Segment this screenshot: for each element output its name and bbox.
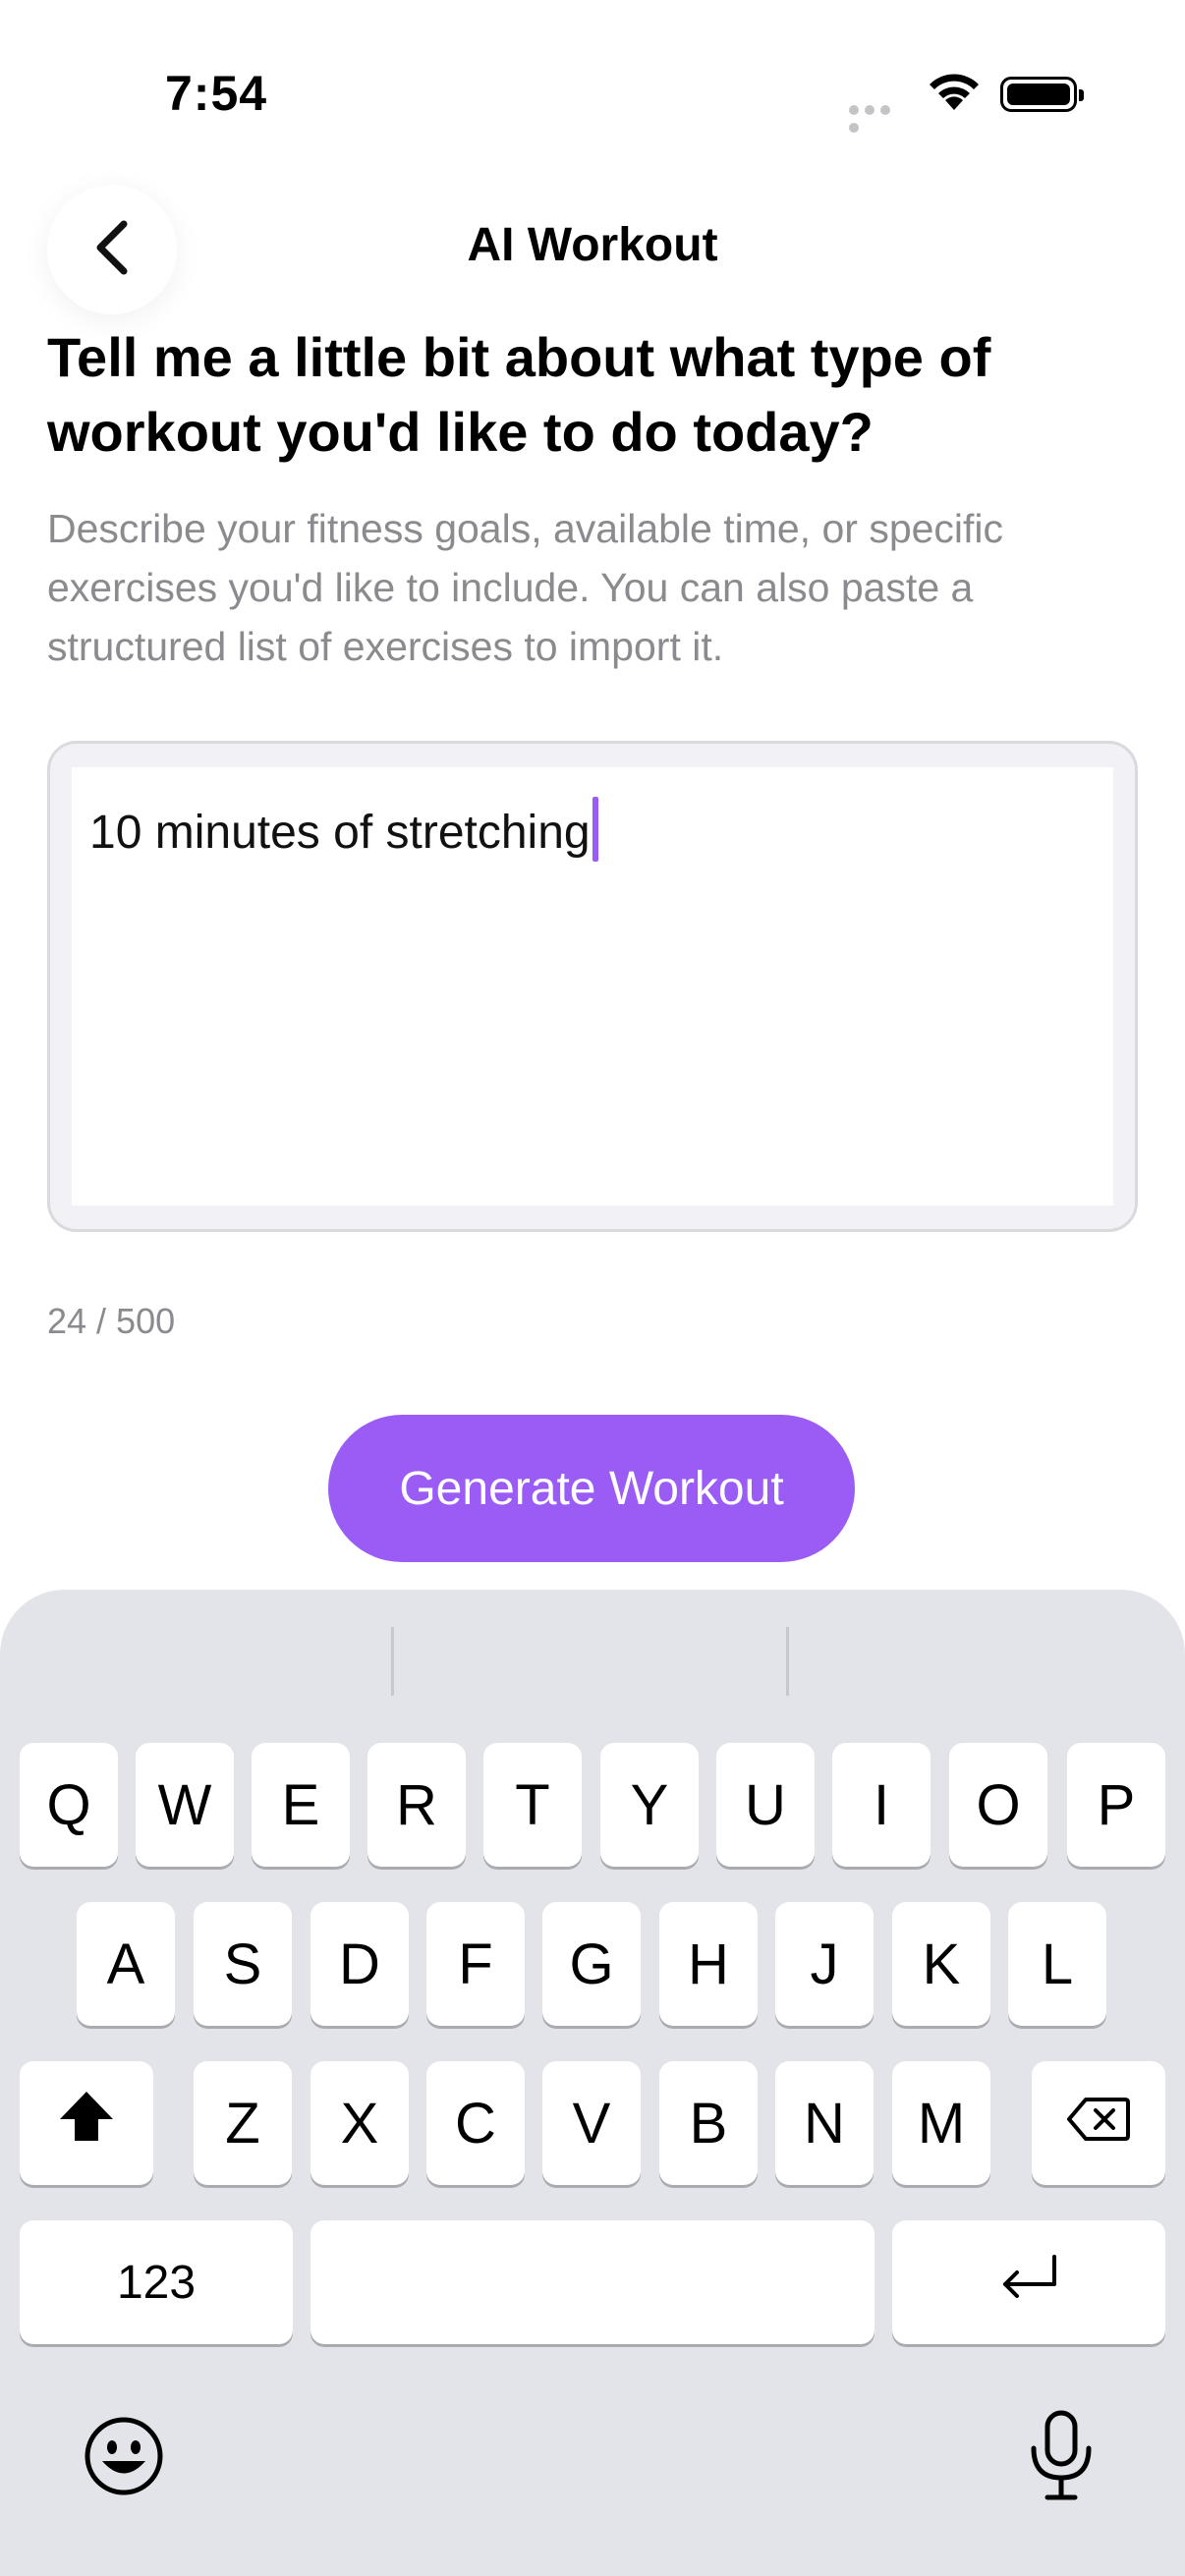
battery-icon <box>1000 77 1084 112</box>
key-u[interactable]: U <box>716 1743 815 1867</box>
return-key[interactable] <box>892 2220 1165 2344</box>
emoji-icon <box>83 2417 165 2501</box>
key-o[interactable]: O <box>949 1743 1047 1867</box>
space-key[interactable] <box>310 2220 875 2344</box>
key-p[interactable]: P <box>1067 1743 1165 1867</box>
key-d[interactable]: D <box>310 1902 409 2026</box>
prompt-heading: Tell me a little bit about what type of … <box>47 326 991 463</box>
delete-key[interactable] <box>1032 2061 1165 2185</box>
generate-workout-button[interactable]: Generate Workout <box>328 1415 855 1562</box>
status-time: 7:54 <box>165 66 268 121</box>
key-a[interactable]: A <box>77 1902 175 2026</box>
input-value: 10 minutes of stretching <box>89 807 591 859</box>
emoji-button[interactable] <box>83 2415 165 2497</box>
key-k[interactable]: K <box>892 1902 990 2026</box>
key-j[interactable]: J <box>775 1902 874 2026</box>
key-h[interactable]: H <box>659 1902 758 2026</box>
key-i[interactable]: I <box>832 1743 931 1867</box>
key-n[interactable]: N <box>775 2061 874 2185</box>
return-icon <box>997 2250 1060 2316</box>
key-z[interactable]: Z <box>194 2061 292 2185</box>
key-s[interactable]: S <box>194 1902 292 2026</box>
prediction-divider <box>391 1627 394 1696</box>
workout-description-input[interactable]: 10 minutes of stretching <box>47 741 1138 1232</box>
prompt-description: Describe your fitness goals, available t… <box>47 506 1004 669</box>
key-q[interactable]: Q <box>20 1743 118 1867</box>
key-y[interactable]: Y <box>600 1743 699 1867</box>
character-count: 24 / 500 <box>47 1301 176 1341</box>
delete-icon <box>1066 2091 1131 2156</box>
key-g[interactable]: G <box>542 1902 641 2026</box>
microphone-icon <box>1022 2410 1100 2507</box>
key-m[interactable]: M <box>892 2061 990 2185</box>
cellular-signal-icon <box>849 102 908 133</box>
key-c[interactable]: C <box>426 2061 525 2185</box>
text-caret <box>592 797 598 862</box>
keyboard: Q W E R T Y U I O P A S D F G H J K L Z … <box>0 1590 1185 2576</box>
prediction-divider <box>786 1627 789 1696</box>
shift-icon <box>58 2090 115 2156</box>
key-t[interactable]: T <box>483 1743 582 1867</box>
key-b[interactable]: B <box>659 2061 758 2185</box>
key-l[interactable]: L <box>1008 1902 1106 2026</box>
key-w[interactable]: W <box>136 1743 234 1867</box>
key-r[interactable]: R <box>367 1743 466 1867</box>
numbers-key[interactable]: 123 <box>20 2220 293 2344</box>
key-x[interactable]: X <box>310 2061 409 2185</box>
shift-key[interactable] <box>20 2061 153 2185</box>
page-title: AI Workout <box>467 219 718 271</box>
key-e[interactable]: E <box>252 1743 350 1867</box>
dictation-button[interactable] <box>1022 2409 1100 2503</box>
text-area[interactable]: 10 minutes of stretching <box>72 767 1113 1205</box>
wifi-icon <box>926 71 983 117</box>
key-v[interactable]: V <box>542 2061 641 2185</box>
key-f[interactable]: F <box>426 1902 525 2026</box>
